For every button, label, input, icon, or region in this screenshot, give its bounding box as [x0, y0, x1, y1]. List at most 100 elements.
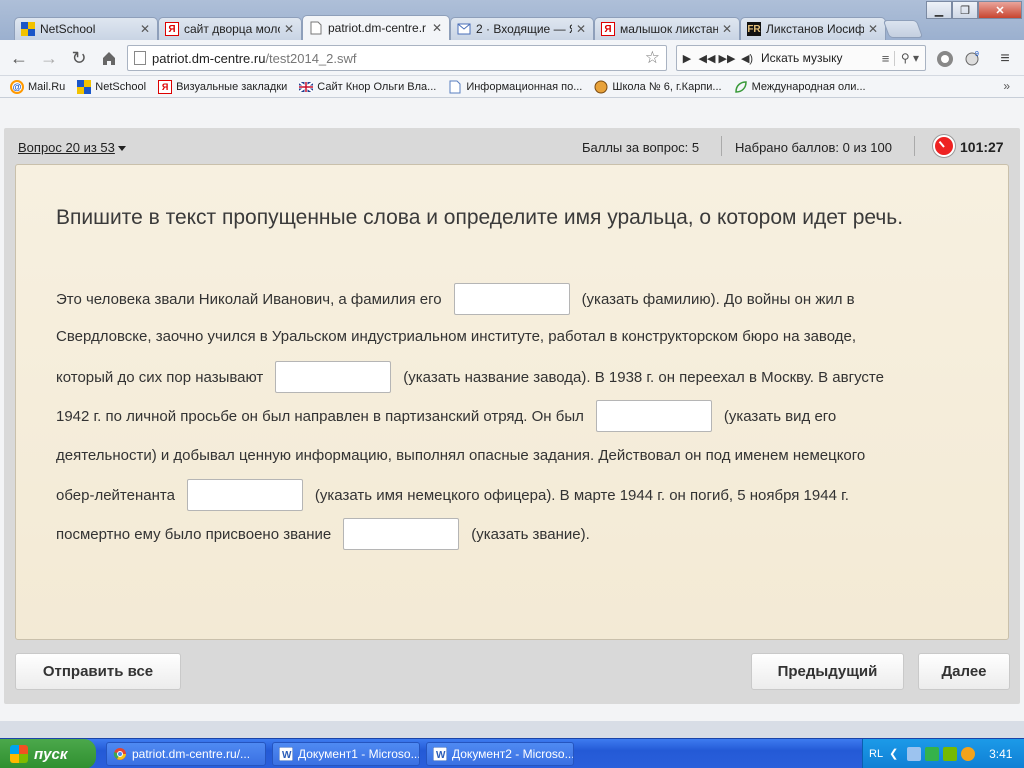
close-tab-icon[interactable]: ✕ [283, 22, 295, 36]
tab-title: сайт дворца моло [184, 22, 280, 36]
arrow-left-icon: ← [10, 47, 28, 68]
home-icon [103, 52, 115, 65]
divider [721, 136, 722, 156]
timer-icon [933, 135, 955, 157]
mailru-icon: @ [10, 79, 24, 94]
language-indicator[interactable]: RL [869, 748, 883, 760]
close-tab-icon[interactable]: ✕ [575, 22, 587, 36]
update-icon[interactable] [961, 747, 976, 761]
points-for-question: Баллы за вопрос: 5 [582, 140, 700, 155]
taskbar-item-browser[interactable]: patriot.dm-centre.ru/... [106, 742, 266, 766]
question-text-line: 1942 г. по личной просьбе он был направл… [56, 400, 836, 432]
close-tab-icon[interactable]: ✕ [431, 21, 443, 35]
points-total: Набрано баллов: 0 из 100 [735, 140, 892, 155]
tab-patriot[interactable]: patriot.dm-centre.r ✕ [302, 15, 450, 40]
maximize-button[interactable]: ❐ [952, 1, 978, 19]
question-text-line: который до сих пор называют (указать наз… [56, 361, 884, 393]
tab-malyshok[interactable]: Я малышок ликстан ✕ [594, 17, 740, 40]
system-tray: RL ❮ 3:41 [862, 739, 1024, 768]
taskbar-item-doc2[interactable]: W Документ2 - Microso... [426, 742, 574, 766]
yandex-icon: Я [158, 79, 173, 94]
play-icon[interactable]: ▶ [677, 52, 697, 65]
tab-title: Ликстанов Иосиф [766, 22, 864, 36]
next-button[interactable]: Далее [918, 653, 1010, 690]
menu-icon[interactable]: ≡ [877, 50, 895, 66]
bookmark-olympiad[interactable]: Международная оли... [734, 80, 866, 94]
taskbar: пуск patriot.dm-centre.ru/... W Документ… [0, 738, 1024, 768]
nvidia-icon[interactable] [943, 747, 958, 761]
close-tab-icon[interactable]: ✕ [867, 22, 879, 36]
taskbar-item-doc1[interactable]: W Документ1 - Microso... [272, 742, 420, 766]
question-body: Впишите в текст пропущенные слова и опре… [15, 164, 1009, 640]
word-icon: W [433, 747, 447, 761]
svg-text:W: W [436, 750, 446, 761]
page-content: Вопрос 20 из 53 Баллы за вопрос: 5 Набра… [0, 98, 1024, 721]
chrome-icon [113, 748, 126, 760]
magnifier-icon: 9 [965, 51, 979, 66]
yandex-icon: Я [601, 22, 615, 36]
network-icon[interactable] [907, 747, 922, 761]
answer-input-factory[interactable] [275, 361, 392, 393]
previous-button[interactable]: Предыдущий [751, 653, 904, 690]
forward-button[interactable]: → [38, 48, 60, 68]
answer-input-rank[interactable] [343, 518, 460, 550]
shield-icon[interactable] [925, 747, 940, 761]
quiz-panel: Вопрос 20 из 53 Баллы за вопрос: 5 Набра… [4, 128, 1020, 704]
address-url: patriot.dm-centre.ru/test2014_2.swf [152, 50, 357, 66]
home-button[interactable] [98, 48, 120, 68]
bookmark-mailru[interactable]: @ Mail.Ru [10, 79, 65, 94]
music-search-label: Искать музыку [761, 51, 843, 65]
start-button[interactable]: пуск [0, 739, 96, 768]
camera-icon [937, 51, 953, 67]
word-icon: W [279, 747, 293, 761]
extension-button[interactable] [934, 48, 956, 70]
new-tab-button[interactable] [882, 20, 924, 38]
timer: 101:27 [960, 139, 1004, 155]
tab-title: малышок ликстан [620, 22, 718, 36]
reload-button[interactable]: ↻ [68, 48, 90, 68]
fr-icon: FR [747, 22, 761, 36]
chrome-menu-button[interactable]: ≡ [994, 48, 1016, 70]
divider [914, 136, 915, 156]
extension-notify-button[interactable]: 9 [962, 48, 984, 70]
music-search-bar[interactable]: ▶ ◀◀ ▶▶ ◀) Искать музыку ≡ ⚲ ▾ [676, 45, 926, 71]
send-all-button[interactable]: Отправить все [15, 653, 181, 690]
search-icon[interactable]: ⚲ ▾ [895, 51, 925, 65]
tab-dvorets[interactable]: Я сайт дворца моло ✕ [158, 17, 302, 40]
bookmark-visual[interactable]: Я Визуальные закладки [158, 79, 287, 94]
bookmark-info[interactable]: Информационная по... [448, 80, 582, 94]
menu-icon: ≡ [1000, 50, 1010, 67]
doc-icon [448, 80, 462, 94]
question-selector[interactable]: Вопрос 20 из 53 [18, 140, 126, 155]
answer-input-activity[interactable] [595, 400, 712, 432]
tab-mail[interactable]: 2 · Входящие — Я ✕ [450, 17, 594, 40]
answer-input-surname[interactable] [453, 283, 570, 315]
bookmark-school6[interactable]: Школа № 6, г.Карпи... [594, 80, 722, 94]
chevron-left-icon[interactable]: ❮ [889, 747, 903, 761]
close-window-button[interactable]: ✕ [978, 1, 1022, 19]
close-tab-icon[interactable]: ✕ [721, 22, 733, 36]
tab-title: NetSchool [40, 22, 96, 36]
bookmark-netschool[interactable]: NetSchool [77, 79, 146, 94]
close-tab-icon[interactable]: ✕ [139, 22, 151, 36]
minimize-button[interactable]: ▁ [926, 1, 952, 19]
speaker-icon[interactable]: ◀) [737, 52, 757, 65]
quiz-header: Вопрос 20 из 53 Баллы за вопрос: 5 Набра… [4, 128, 1020, 164]
bookmark-knor[interactable]: Сайт Кнор Ольги Вла... [299, 80, 436, 94]
bookmarks-more-button[interactable]: » [1003, 79, 1010, 93]
mail-icon [457, 22, 471, 36]
tab-netschool[interactable]: NetSchool ✕ [14, 17, 158, 40]
rewind-icon[interactable]: ◀◀ [697, 52, 717, 65]
question-text-line: Это человека звали Николай Иванович, а ф… [56, 283, 855, 315]
tab-likstanov[interactable]: FR Ликстанов Иосиф ✕ [740, 17, 886, 40]
tab-title: 2 · Входящие — Я [476, 22, 572, 36]
browser-tab-strip: NetSchool ✕ Я сайт дворца моло ✕ patriot… [0, 0, 1024, 40]
answer-input-officer-name[interactable] [186, 479, 303, 511]
bookmarks-bar: @ Mail.Ru NetSchool Я Визуальные закладк… [0, 76, 1024, 98]
back-button[interactable]: ← [8, 48, 30, 68]
bookmark-star-icon[interactable]: ☆ [645, 48, 660, 68]
fast-forward-icon[interactable]: ▶▶ [717, 52, 737, 65]
leaf-icon [734, 80, 748, 94]
question-text-line: обер-лейтенанта (указать имя немецкого о… [56, 479, 849, 511]
address-bar[interactable]: patriot.dm-centre.ru/test2014_2.swf ☆ [127, 45, 667, 71]
